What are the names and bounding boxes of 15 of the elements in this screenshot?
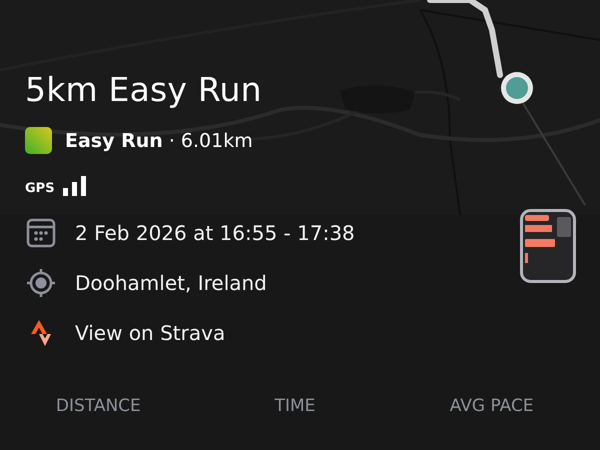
stat-label: DISTANCE — [56, 396, 141, 416]
workout-summary: Easy Run · 6.01km — [65, 130, 253, 152]
gradient-square-icon — [25, 127, 52, 154]
stat-label: AVG PACE — [450, 396, 534, 416]
strava-link[interactable]: View on Strava — [75, 321, 226, 345]
location-text: Doohamlet, Ireland — [75, 271, 267, 295]
activity-title: 5km Easy Run — [25, 70, 263, 109]
signal-icon — [62, 176, 87, 196]
calendar-icon — [26, 218, 56, 248]
watch-icon — [520, 209, 576, 283]
location-target-icon — [26, 268, 56, 298]
date-time-text: 2 Feb 2026 at 16:55 - 17:38 — [75, 221, 355, 245]
stat-label: TIME — [274, 396, 316, 416]
gps-label: GPS — [25, 181, 55, 196]
strava-icon — [30, 320, 52, 346]
